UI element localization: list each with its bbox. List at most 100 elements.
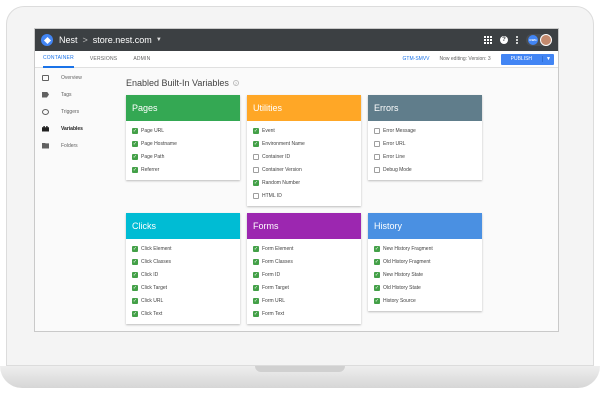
card-utilities: Utilities ✓ Event ✓ Environment Name Containe…	[247, 95, 361, 206]
checkbox-checked-icon[interactable]: ✓	[132, 140, 138, 147]
variable-checkbox-row[interactable]: ✓ Old History Fragment	[374, 255, 476, 268]
variable-label: Container Version	[262, 166, 302, 173]
variable-checkbox-row[interactable]: Error Message	[374, 124, 476, 137]
variable-checkbox-row[interactable]: ✓ Page Path	[132, 150, 234, 163]
breadcrumb-account[interactable]: Nest	[59, 35, 78, 45]
variables-icon	[42, 125, 49, 132]
checkbox-checked-icon[interactable]: ✓	[253, 245, 259, 252]
card-body: ✓ Page URL ✓ Page Hostname ✓ Page Path ✓ Referr…	[126, 121, 240, 180]
more-vert-icon[interactable]	[516, 36, 518, 44]
checkbox-checked-icon[interactable]: ✓	[374, 245, 380, 252]
checkbox-unchecked-icon[interactable]	[374, 127, 380, 134]
variable-label: Click Classes	[141, 258, 172, 265]
variable-label: Click URL	[141, 297, 164, 304]
checkbox-checked-icon[interactable]: ✓	[132, 310, 138, 317]
tab-versions[interactable]: VERSIONS	[90, 51, 117, 68]
sidebar-item-variables[interactable]: Variables	[35, 120, 113, 137]
variable-checkbox-row[interactable]: ✓ Event	[253, 124, 355, 137]
checkbox-unchecked-icon[interactable]	[253, 166, 259, 173]
checkbox-checked-icon[interactable]: ✓	[132, 271, 138, 278]
variable-checkbox-row[interactable]: Error URL	[374, 137, 476, 150]
variable-label: Event	[262, 127, 275, 134]
variable-checkbox-row[interactable]: ✓ Form URL	[253, 294, 355, 307]
chevron-down-icon[interactable]: ▼	[156, 37, 162, 43]
variable-checkbox-row[interactable]: ✓ New History Fragment	[374, 242, 476, 255]
checkbox-checked-icon[interactable]: ✓	[132, 297, 138, 304]
variable-checkbox-row[interactable]: ✓ Form Target	[253, 281, 355, 294]
checkbox-unchecked-icon[interactable]	[374, 153, 380, 160]
variable-checkbox-row[interactable]: ✓ Click Target	[132, 281, 234, 294]
variable-checkbox-row[interactable]: ✓ History Source	[374, 294, 476, 307]
container-id-link[interactable]: GTM-SMVV	[403, 56, 430, 62]
checkbox-checked-icon[interactable]: ✓	[132, 245, 138, 252]
variable-checkbox-row[interactable]: HTML ID	[253, 189, 355, 202]
checkbox-unchecked-icon[interactable]	[253, 192, 259, 199]
checkbox-checked-icon[interactable]: ✓	[253, 127, 259, 134]
variable-checkbox-row[interactable]: ✓ Click Element	[132, 242, 234, 255]
tab-container[interactable]: CONTAINER	[43, 51, 74, 68]
variable-label: Click Element	[141, 245, 172, 252]
checkbox-checked-icon[interactable]: ✓	[253, 258, 259, 265]
variable-checkbox-row[interactable]: ✓ Click Classes	[132, 255, 234, 268]
variable-checkbox-row[interactable]: ✓ Form Classes	[253, 255, 355, 268]
checkbox-checked-icon[interactable]: ✓	[253, 140, 259, 147]
variable-checkbox-row[interactable]: ✓ Referrer	[132, 163, 234, 176]
checkbox-checked-icon[interactable]: ✓	[374, 297, 380, 304]
now-editing-label: Now editing: Version: 3	[439, 56, 491, 62]
avatar[interactable]	[540, 34, 552, 46]
publish-chevron-down-icon[interactable]: ▼	[542, 56, 554, 62]
variable-checkbox-row[interactable]: ✓ Old History State	[374, 281, 476, 294]
checkbox-checked-icon[interactable]: ✓	[253, 310, 259, 317]
variable-label: Referrer	[141, 166, 160, 173]
variable-checkbox-row[interactable]: ✓ Environment Name	[253, 137, 355, 150]
variable-checkbox-row[interactable]: Container Version	[253, 163, 355, 176]
publish-button[interactable]: PUBLISH ▼	[500, 53, 554, 65]
variable-checkbox-row[interactable]: ✓ Page URL	[132, 124, 234, 137]
variable-label: Page Path	[141, 153, 165, 160]
variable-checkbox-row[interactable]: ✓ Form Element	[253, 242, 355, 255]
variable-checkbox-row[interactable]: ✓ Form Text	[253, 307, 355, 320]
checkbox-checked-icon[interactable]: ✓	[374, 271, 380, 278]
variable-checkbox-row[interactable]: ✓ Page Hostname	[132, 137, 234, 150]
variable-label: New History State	[383, 271, 424, 278]
checkbox-checked-icon[interactable]: ✓	[132, 153, 138, 160]
info-icon[interactable]: ?	[232, 80, 239, 86]
checkbox-checked-icon[interactable]: ✓	[132, 127, 138, 134]
tab-admin[interactable]: ADMIN	[133, 51, 150, 68]
variable-label: Old History State	[383, 284, 421, 291]
variable-checkbox-row[interactable]: ✓ New History State	[374, 268, 476, 281]
sidebar-item-overview[interactable]: Overview	[35, 69, 113, 86]
sidebar-item-triggers[interactable]: Triggers	[35, 103, 113, 120]
variable-checkbox-row[interactable]: ✓ Form ID	[253, 268, 355, 281]
apps-grid-icon[interactable]	[484, 36, 492, 44]
checkbox-checked-icon[interactable]: ✓	[374, 258, 380, 265]
variable-checkbox-row[interactable]: Container ID	[253, 150, 355, 163]
account-chip[interactable]: GWG	[526, 34, 552, 46]
breadcrumb-container[interactable]: store.nest.com	[93, 35, 152, 45]
variable-label: Form Target	[262, 284, 289, 291]
variable-checkbox-row[interactable]: ✓ Click URL	[132, 294, 234, 307]
variable-checkbox-row[interactable]: Error Line	[374, 150, 476, 163]
checkbox-unchecked-icon[interactable]	[253, 153, 259, 160]
sidebar-item-folders[interactable]: Folders	[35, 137, 113, 154]
variable-checkbox-row[interactable]: ✓ Click ID	[132, 268, 234, 281]
checkbox-checked-icon[interactable]: ✓	[132, 166, 138, 173]
laptop-notch	[255, 366, 345, 372]
checkbox-checked-icon[interactable]: ✓	[132, 284, 138, 291]
help-icon[interactable]: ?	[500, 36, 508, 44]
variable-checkbox-row[interactable]: ✓ Random Number	[253, 176, 355, 189]
checkbox-checked-icon[interactable]: ✓	[253, 179, 259, 186]
card-errors: Errors Error Message Error URL Error Line De…	[368, 95, 482, 180]
checkbox-checked-icon[interactable]: ✓	[253, 297, 259, 304]
variable-checkbox-row[interactable]: ✓ Click Text	[132, 307, 234, 320]
checkbox-checked-icon[interactable]: ✓	[132, 258, 138, 265]
checkbox-unchecked-icon[interactable]	[374, 166, 380, 173]
checkbox-checked-icon[interactable]: ✓	[253, 271, 259, 278]
gtm-logo-icon[interactable]	[41, 34, 53, 46]
checkbox-unchecked-icon[interactable]	[374, 140, 380, 147]
variable-label: Form Text	[262, 310, 285, 317]
variable-checkbox-row[interactable]: Debug Mode	[374, 163, 476, 176]
checkbox-checked-icon[interactable]: ✓	[253, 284, 259, 291]
sidebar-item-tags[interactable]: Tags	[35, 86, 113, 103]
checkbox-checked-icon[interactable]: ✓	[374, 284, 380, 291]
